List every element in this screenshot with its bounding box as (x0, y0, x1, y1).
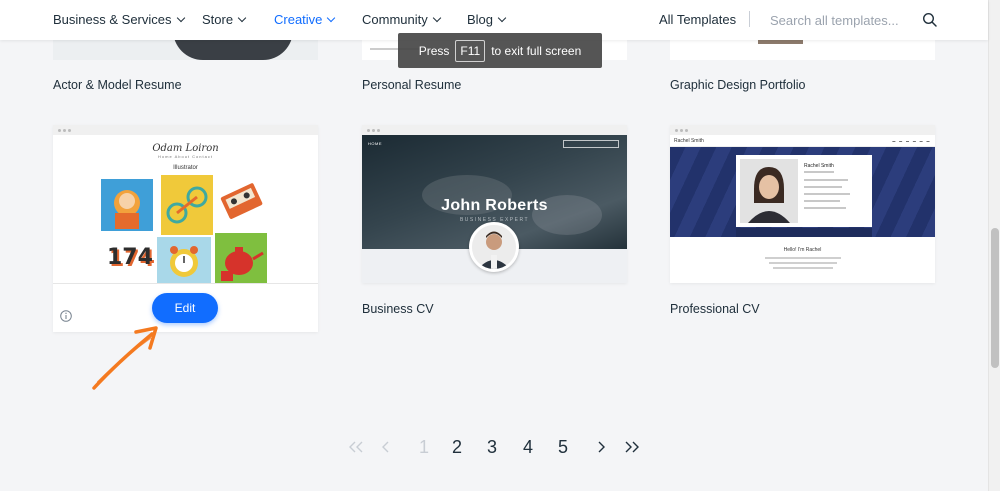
business-cv-name: John Roberts (441, 197, 548, 214)
info-icon[interactable] (60, 310, 72, 322)
illustration-tile-teapot (215, 233, 267, 283)
nav-community-label: Community (362, 12, 428, 27)
professional-cv-hello: Hello! I'm Rachel (783, 247, 822, 253)
browser-dots (53, 125, 318, 135)
browser-dots (362, 125, 627, 135)
professional-cv-panel: Rachel Smith (736, 155, 872, 227)
f11-key: F11 (455, 39, 486, 62)
professional-cv-photo (740, 159, 798, 223)
next-page-icon[interactable] (596, 440, 606, 454)
illustration-tile-clock (157, 237, 211, 283)
fullscreen-toast: Press F11 to exit full screen (398, 33, 602, 68)
edit-button[interactable]: Edit (152, 293, 218, 323)
page-4[interactable]: 4 (523, 437, 533, 458)
page-2[interactable]: 2 (452, 437, 462, 458)
business-cv-avatar (469, 222, 519, 272)
illustrator-logo: Odam Loiron (152, 143, 219, 154)
professional-cv-nav-links: ▬ ▬ ▬ ▬ ▬ ▬ (892, 139, 931, 143)
nav-business-services-label: Business & Services (53, 12, 172, 27)
template-title-graphic-design-portfolio[interactable]: Graphic Design Portfolio (670, 78, 805, 92)
illustrator-heading: Illustrator (173, 165, 198, 171)
toast-press-text: Press (418, 43, 450, 58)
business-cv-thumbnail[interactable]: HOME John Roberts BUSINESS EXPERT (362, 125, 627, 283)
chevron-down-icon (176, 13, 185, 23)
toast-rest-text: to exit full screen (491, 43, 582, 58)
professional-cv-navbar: Rachel Smith ▬ ▬ ▬ ▬ ▬ ▬ (670, 135, 935, 147)
illustration-tile-number: 174 (101, 235, 153, 281)
template-title-business-cv[interactable]: Business CV (362, 302, 434, 316)
nav-business-services[interactable]: Business & Services (53, 12, 185, 27)
page-scrollbar[interactable] (988, 0, 1000, 491)
page-3[interactable]: 3 (487, 437, 497, 458)
professional-cv-top-name: Rachel Smith (674, 138, 704, 144)
nav-blog[interactable]: Blog (467, 12, 507, 27)
scrollbar-thumb[interactable] (991, 228, 999, 368)
page-5[interactable]: 5 (558, 437, 568, 458)
chevron-down-icon (237, 13, 247, 23)
actor-model-resume-thumbnail[interactable] (53, 40, 318, 60)
chevron-down-icon (497, 13, 507, 23)
professional-cv-panel-name: Rachel Smith (804, 163, 834, 169)
nav-blog-label: Blog (467, 12, 494, 27)
illustrator-menu: Home About Contact (158, 154, 213, 159)
previous-page-icon[interactable] (381, 440, 391, 454)
nav-creative[interactable]: Creative (274, 12, 336, 27)
last-page-icon[interactable] (624, 440, 640, 454)
professional-cv-social-bar (736, 228, 872, 237)
search-input[interactable] (770, 10, 918, 30)
business-cv-home-link: HOME (368, 141, 382, 146)
illustration-tile-cassette (218, 179, 266, 225)
nav-community[interactable]: Community (362, 12, 441, 27)
template-title-personal-resume[interactable]: Personal Resume (362, 78, 461, 92)
nav-divider (749, 11, 750, 27)
template-title-actor-model-resume[interactable]: Actor & Model Resume (53, 78, 182, 92)
first-page-icon[interactable] (348, 440, 364, 454)
chevron-down-icon (327, 13, 336, 23)
chevron-down-icon (432, 13, 441, 23)
graphic-design-portfolio-thumbnail[interactable] (670, 40, 935, 60)
illustration-number-text: 174 (107, 245, 153, 270)
all-templates-link[interactable]: All Templates (659, 12, 736, 27)
orange-arrow-annotation (92, 326, 158, 390)
illustration-tile-bicycle (161, 175, 213, 235)
professional-cv-thumbnail[interactable]: Rachel Smith ▬ ▬ ▬ ▬ ▬ ▬ Rachel Smith He… (670, 125, 935, 283)
nav-store[interactable]: Store (202, 12, 247, 27)
browser-dots (670, 125, 935, 135)
page-1[interactable]: 1 (419, 437, 429, 458)
business-cv-download-button (563, 140, 619, 148)
template-title-professional-cv[interactable]: Professional CV (670, 302, 760, 316)
search-icon[interactable] (922, 12, 938, 28)
nav-creative-label: Creative (274, 12, 323, 27)
nav-store-label: Store (202, 12, 234, 27)
illustration-tile-face (101, 179, 153, 231)
